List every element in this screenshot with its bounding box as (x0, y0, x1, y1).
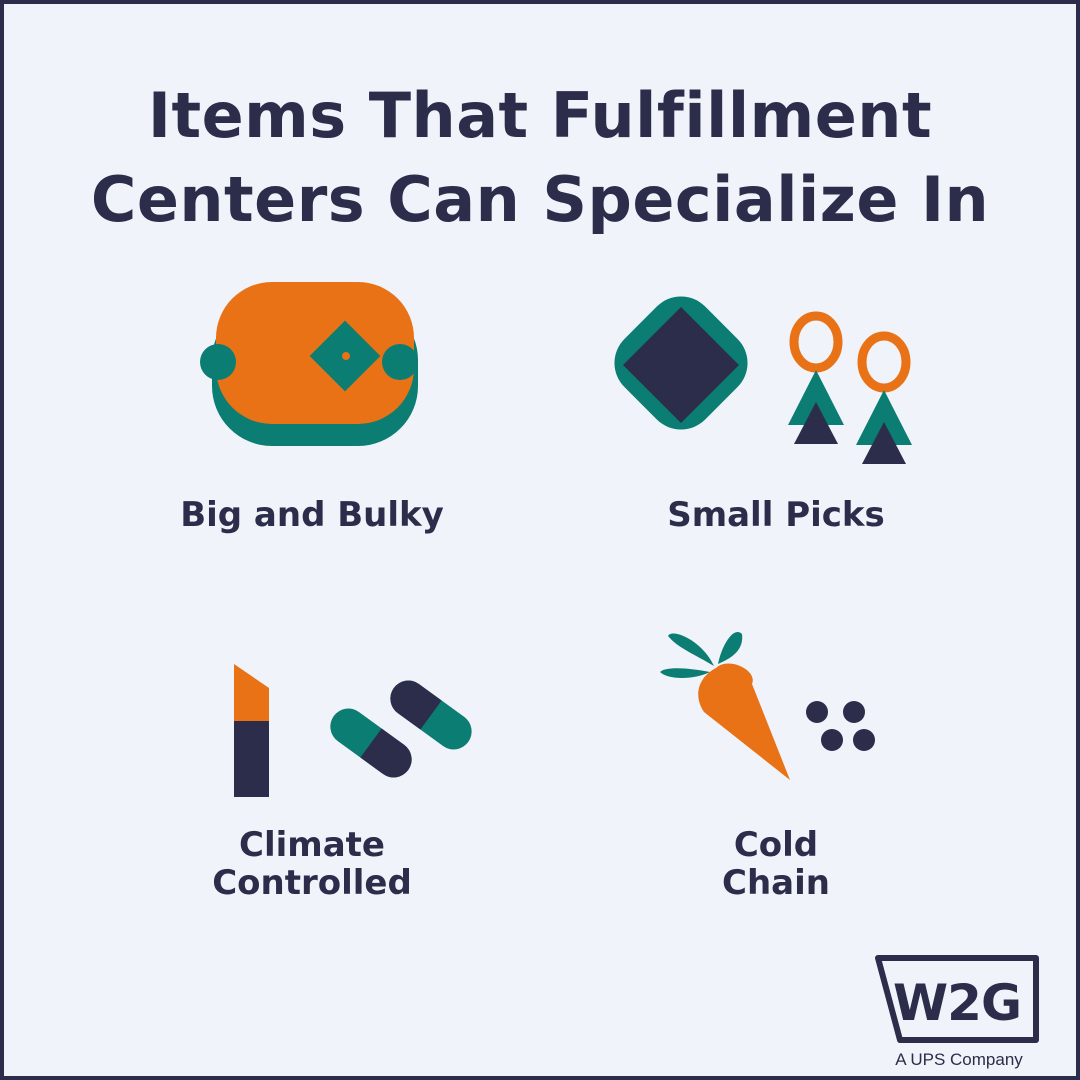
item-label-climate-controlled-line-1: Climate (239, 825, 385, 865)
item-label-cold-chain-line-1: Cold (733, 825, 819, 865)
infographic-page: Items That Fulfillment Centers Can Speci… (0, 0, 1080, 1080)
item-label-small-picks: Small Picks (667, 495, 885, 535)
carrot-icon (660, 632, 875, 780)
logo-wordmark: W2G (893, 974, 1022, 1032)
title-line-1: Items That Fulfillment (147, 79, 933, 152)
page-title: Items That Fulfillment Centers Can Speci… (4, 74, 1076, 242)
item-label-climate-controlled-line-2: Controlled (212, 863, 412, 903)
sofa-icon (200, 282, 418, 446)
item-label-cold-chain-line-2: Chain (722, 863, 830, 903)
logo-tagline: A UPS Company (895, 1050, 1023, 1069)
title-line-2: Centers Can Specialize In (90, 163, 990, 236)
lipstick-pills-icon (234, 664, 472, 797)
jewelry-icon (614, 296, 912, 464)
item-label-climate-controlled: Climate Controlled (162, 826, 462, 902)
w2g-logo: W2G A UPS Company (874, 954, 1044, 1074)
item-label-cold-chain: Cold Chain (626, 826, 926, 902)
item-label-big-and-bulky: Big and Bulky (180, 495, 444, 535)
